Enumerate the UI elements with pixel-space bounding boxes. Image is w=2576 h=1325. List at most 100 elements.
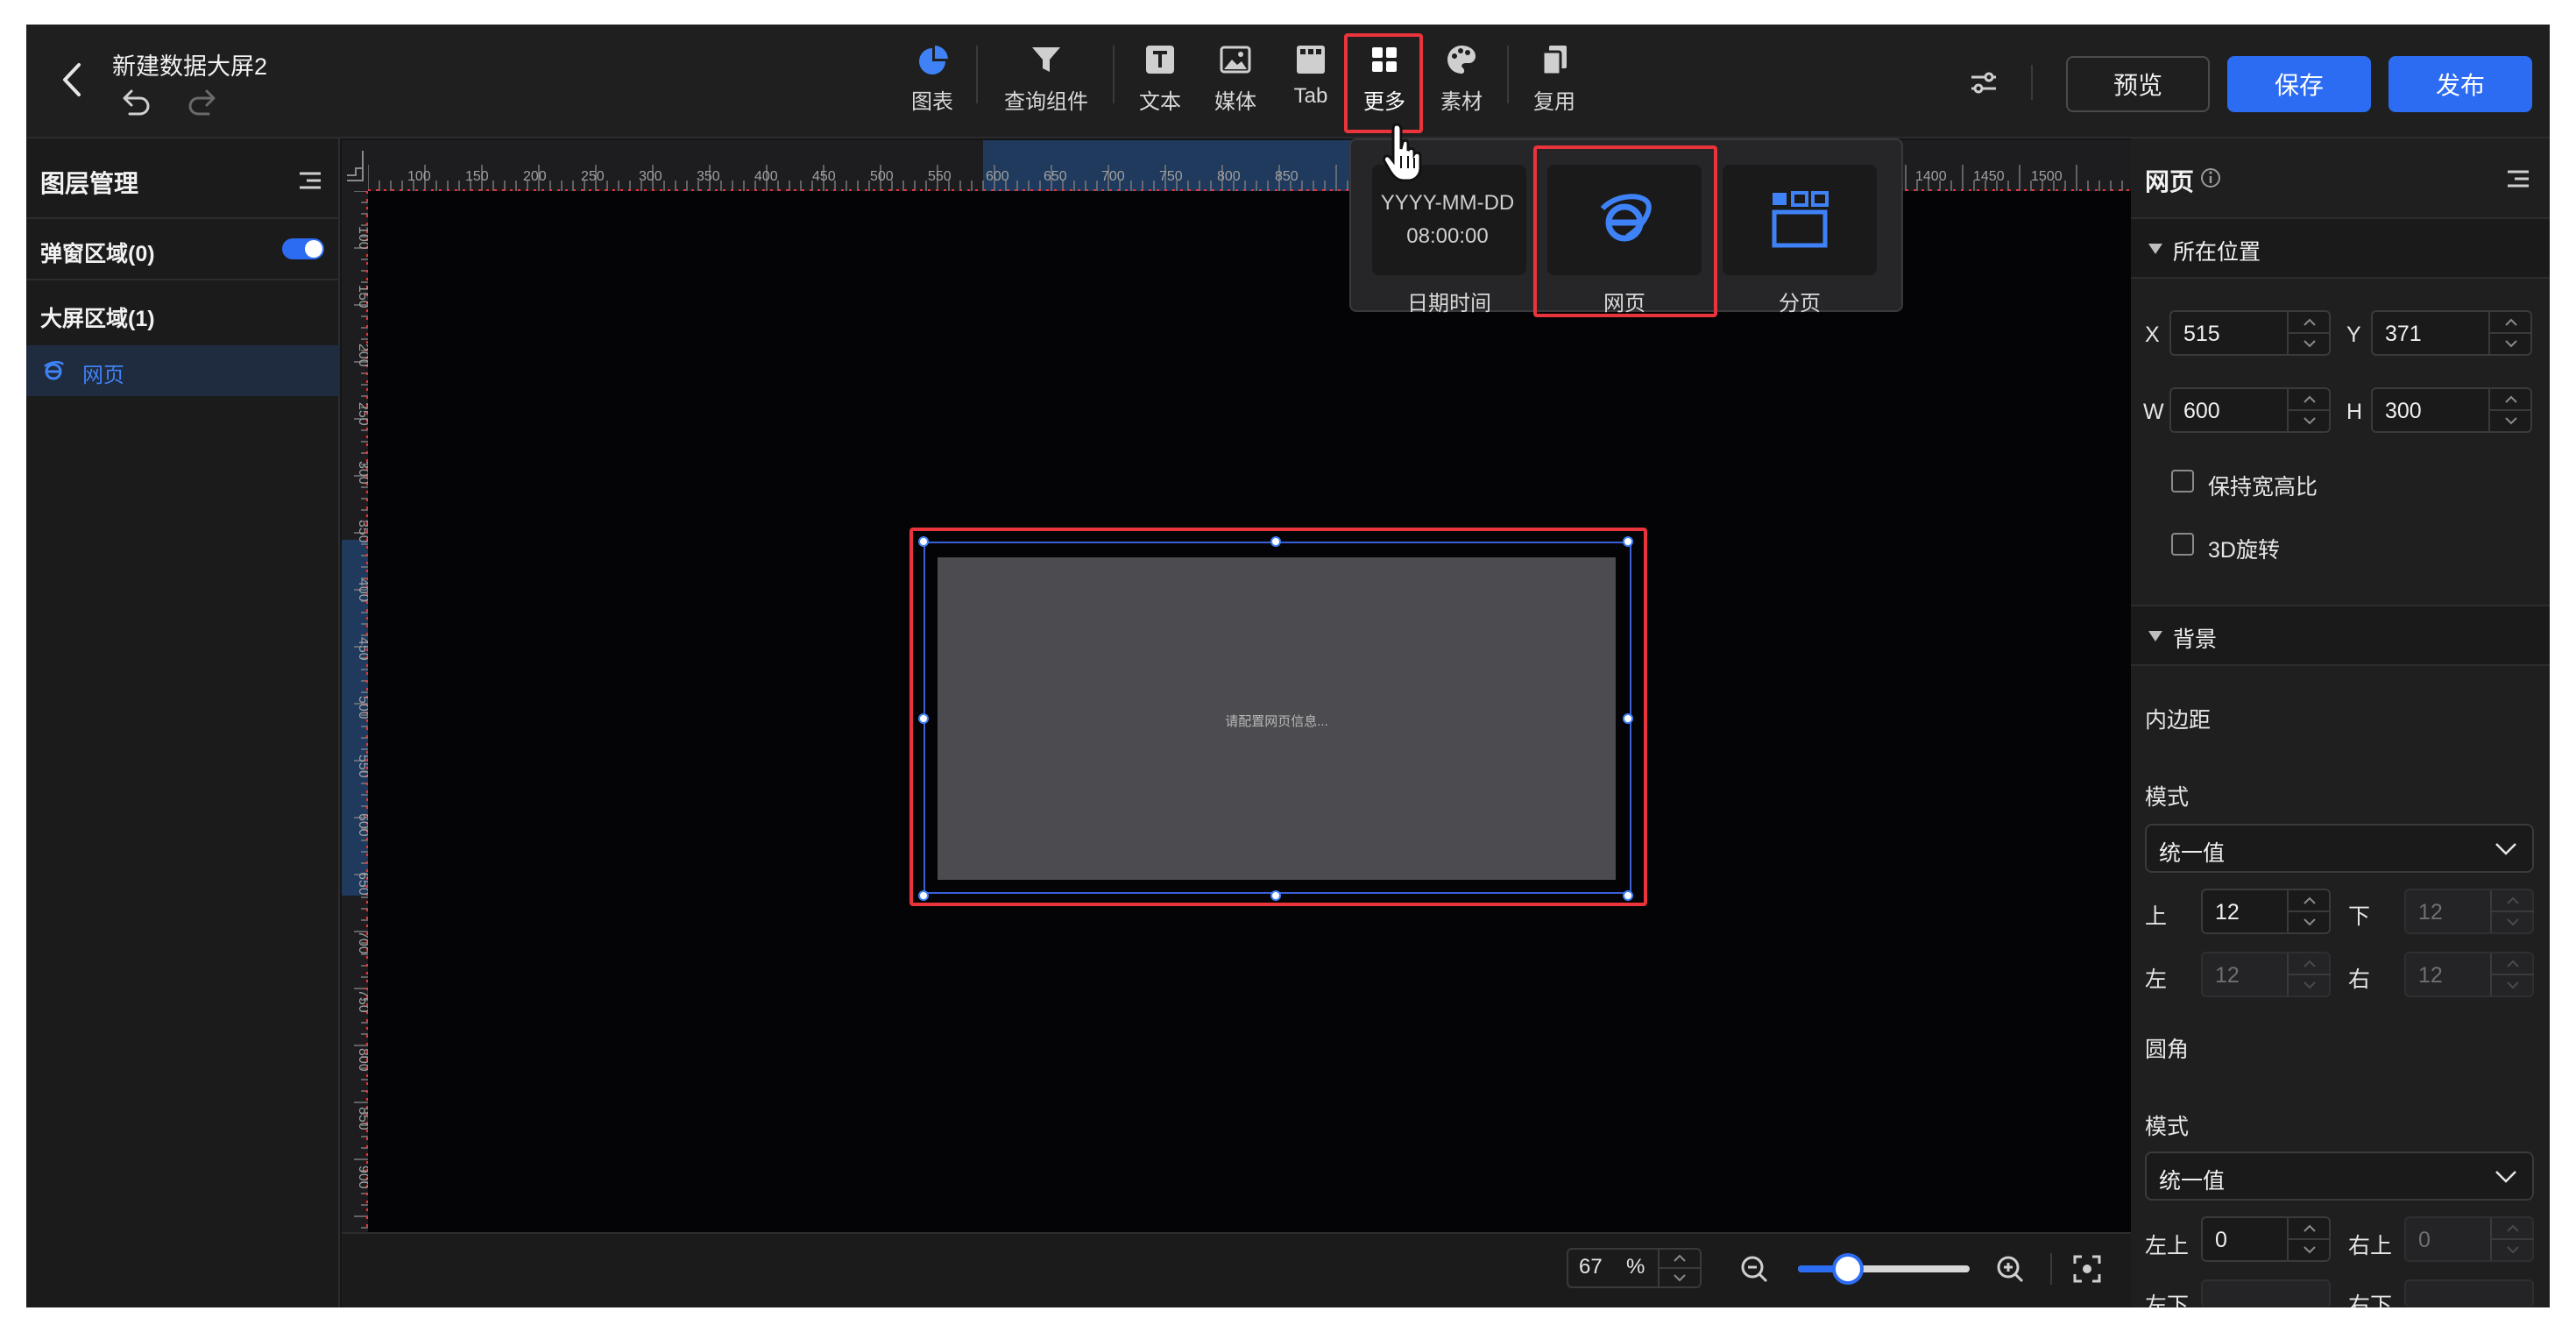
copy-icon [1541, 46, 1567, 76]
radius-mode-select[interactable]: 统一值 [2145, 1151, 2534, 1201]
padding-left-value: 12 [2215, 963, 2240, 988]
zoom-in-icon[interactable] [1994, 1253, 2026, 1285]
radius-bottom-right-input [2404, 1279, 2534, 1307]
padding-right-stepper [2490, 953, 2534, 996]
popup-area-toggle[interactable] [282, 238, 324, 259]
publish-button[interactable]: 发布 [2388, 56, 2532, 112]
ruler-tick-label: 550 [356, 755, 368, 778]
w-input[interactable]: 600 [2169, 387, 2331, 433]
radius-top-left-input[interactable]: 0 [2201, 1216, 2331, 1262]
properties-title: 网页 [2145, 168, 2195, 195]
chevron-down-icon [2507, 918, 2519, 926]
resize-handle-top-left[interactable] [918, 536, 929, 547]
pagination-card[interactable] [1723, 165, 1877, 275]
resize-handle-bottom-left[interactable] [918, 890, 929, 901]
undo-button[interactable] [119, 88, 152, 117]
padding-left-label: 左 [2145, 967, 2168, 992]
redo-button[interactable] [186, 88, 219, 117]
zoom-slider-handle[interactable] [1831, 1253, 1864, 1285]
padding-left-stepper [2287, 953, 2331, 996]
padding-bottom-label: 下 [2348, 904, 2371, 929]
radius-top-left-stepper[interactable] [2287, 1218, 2331, 1260]
resize-handle-left[interactable] [918, 713, 929, 724]
radius-label: 圆角 [2145, 1038, 2190, 1062]
pie-chart-icon [919, 46, 948, 74]
ruler-tick-label: 800 [1217, 169, 1241, 184]
info-icon[interactable] [2199, 167, 2222, 189]
image-icon [1220, 46, 1251, 74]
ruler-tick-label: 300 [639, 169, 662, 184]
resize-handle-right[interactable] [1623, 713, 1633, 724]
padding-right-label: 右 [2348, 967, 2371, 992]
ruler-tick-label: 150 [465, 169, 489, 184]
position-section-header[interactable]: 所在位置 [2131, 217, 2550, 279]
toolbar-media-label: 媒体 [1214, 90, 1256, 114]
radius-top-left-value: 0 [2215, 1228, 2227, 1252]
toolbar-text[interactable]: 文本 [1134, 40, 1186, 128]
padding-mode-value: 统一值 [2159, 841, 2226, 866]
chevron-up-icon [2507, 1224, 2519, 1232]
radius-mode-label: 模式 [2145, 1115, 2190, 1139]
stepper-arrows-icon [1660, 1254, 1700, 1282]
background-section-title: 背景 [2173, 627, 2218, 652]
list-menu-icon[interactable] [2504, 167, 2532, 191]
toolbar-reuse[interactable]: 复用 [1528, 40, 1581, 128]
h-stepper[interactable] [2488, 389, 2532, 431]
toolbar-assets[interactable]: 素材 [1435, 40, 1488, 128]
w-stepper[interactable] [2287, 389, 2331, 431]
padding-mode-select[interactable]: 统一值 [2145, 824, 2534, 873]
toolbar-tab[interactable]: Tab [1284, 40, 1337, 128]
toolbar-media[interactable]: 媒体 [1209, 40, 1262, 128]
layer-item-webpage[interactable]: 网页 [26, 345, 340, 396]
padding-top-stepper[interactable] [2287, 890, 2331, 932]
tab-icon [1297, 46, 1325, 74]
undo-icon [123, 89, 150, 116]
x-input[interactable]: 515 [2169, 310, 2331, 356]
toolbar-text-label: 文本 [1139, 90, 1181, 114]
ruler-tick-label: 600 [356, 813, 368, 837]
y-input[interactable]: 371 [2371, 310, 2532, 356]
fit-screen-icon[interactable] [2071, 1253, 2103, 1285]
w-value: 600 [2183, 399, 2220, 423]
caret-down-icon [2148, 244, 2162, 254]
h-input[interactable]: 300 [2371, 387, 2532, 433]
resize-handle-top-right[interactable] [1623, 536, 1633, 547]
x-stepper[interactable] [2287, 312, 2331, 354]
save-button[interactable]: 保存 [2227, 56, 2371, 112]
preview-button[interactable]: 预览 [2066, 56, 2210, 112]
keep-ratio-checkbox[interactable] [2171, 470, 2194, 492]
zoom-stepper[interactable] [1658, 1250, 1700, 1286]
rotate-3d-checkbox[interactable] [2171, 533, 2194, 556]
padding-top-input[interactable]: 12 [2201, 889, 2331, 934]
toolbar-reuse-label: 复用 [1533, 90, 1575, 114]
layer-item-label: 网页 [82, 364, 124, 387]
chevron-up-icon [2304, 395, 2316, 403]
y-value: 371 [2385, 322, 2422, 346]
ruler-tick-label: 700 [356, 931, 368, 954]
redo-icon [188, 89, 216, 116]
ruler-tick-label: 600 [986, 169, 1009, 184]
background-section-header[interactable]: 背景 [2131, 605, 2550, 666]
caret-down-icon [2148, 631, 2162, 641]
webpage-placeholder-text: 请配置网页信息... [1225, 714, 1328, 729]
toolbar-chart[interactable]: 图表 [906, 40, 959, 128]
back-button[interactable] [54, 58, 89, 102]
toolbar-divider [976, 46, 978, 103]
resize-handle-top[interactable] [1270, 536, 1281, 547]
chevron-down-icon [2507, 981, 2519, 989]
toolbar-query[interactable]: 查询组件 [1001, 40, 1092, 128]
resize-handle-bottom-right[interactable] [1623, 890, 1633, 901]
zoom-value[interactable]: 67 [1579, 1255, 1603, 1279]
ruler-tick-label: 500 [870, 169, 894, 184]
screen-title[interactable]: 新建数据大屏2 [112, 47, 267, 81]
radius-top-right-input: 0 [2404, 1216, 2534, 1262]
text-icon [1146, 46, 1174, 74]
zoom-out-icon[interactable] [1738, 1253, 1770, 1285]
settings-button[interactable] [1966, 65, 2001, 100]
ruler-tick-label: 100 [407, 169, 431, 184]
ruler-vertical[interactable]: 100 150 200 250 300 350 400 450 500 550 600 650 700 7… [342, 191, 368, 1232]
ruler-tick-label: 350 [356, 520, 368, 543]
list-menu-icon[interactable] [296, 168, 324, 193]
resize-handle-bottom[interactable] [1270, 890, 1281, 901]
y-stepper[interactable] [2488, 312, 2532, 354]
